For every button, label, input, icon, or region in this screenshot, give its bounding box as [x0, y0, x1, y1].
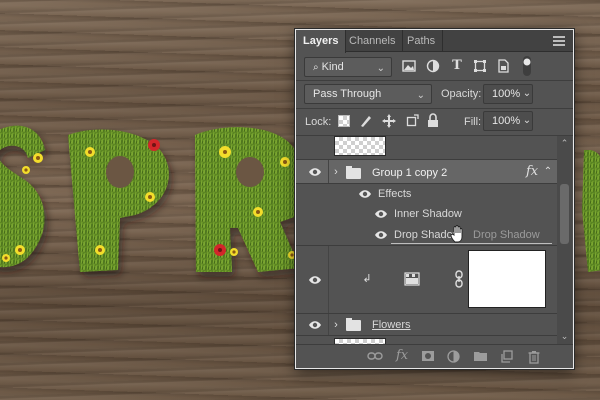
layers-scrollbar[interactable]: ⌃ ⌄: [557, 136, 572, 344]
divider: [296, 108, 573, 109]
lock-image-pixels-icon[interactable]: [359, 114, 373, 128]
chevron-down-icon[interactable]: ⌄: [521, 86, 533, 102]
pixel-layer-filter-icon[interactable]: [402, 59, 416, 73]
visibility-eye-icon[interactable]: [358, 189, 372, 199]
blend-mode-select[interactable]: Pass Through ⌄: [304, 84, 432, 104]
lock-all-icon[interactable]: [427, 113, 439, 128]
new-adjustment-layer-icon[interactable]: [447, 350, 460, 363]
chevron-up-icon[interactable]: ⌃: [543, 164, 553, 180]
layer-row-group-1-copy-2[interactable]: › Group 1 copy 2 fx ⌃: [296, 160, 558, 184]
fill-label: Fill:: [464, 116, 482, 128]
add-mask-icon[interactable]: [421, 350, 435, 362]
visibility-eye-icon[interactable]: [308, 275, 322, 285]
panel-tab-bar: Layers Channels Paths: [296, 30, 573, 53]
fx-icon[interactable]: fx: [526, 164, 538, 179]
chevron-right-icon[interactable]: ›: [332, 317, 340, 333]
drag-ghost-label: Drop Shadow: [473, 229, 540, 241]
group-layer-name[interactable]: Group 1 copy 2: [372, 167, 447, 179]
clipped-layer-row[interactable]: ↲: [296, 246, 558, 314]
inner-shadow-row[interactable]: Inner Shadow: [296, 204, 558, 224]
opacity-label: Opacity:: [441, 88, 482, 100]
chevron-down-icon[interactable]: ⌄: [521, 113, 533, 129]
scroll-down-icon[interactable]: ⌄: [557, 331, 572, 342]
drop-shadow-row[interactable]: Drop Shadow Drop Shadow: [296, 224, 558, 246]
layer-row-partial[interactable]: [296, 336, 558, 344]
grass-letter-right: [582, 150, 600, 272]
new-group-icon[interactable]: [473, 350, 488, 362]
layers-panel: Layers Channels Paths ⌕ Kind ⌄ T Pass Th…: [295, 29, 574, 369]
tab-channels[interactable]: Channels: [342, 30, 404, 52]
grass-letters-artwork: [0, 125, 300, 272]
link-chain-icon[interactable]: [454, 270, 464, 288]
lock-position-icon[interactable]: [382, 114, 396, 128]
effects-label: Effects: [378, 188, 412, 200]
panel-footer: fx: [296, 344, 573, 368]
panel-menu-icon[interactable]: [553, 36, 565, 46]
divider: [328, 160, 329, 183]
lock-transparent-pixels-icon[interactable]: [338, 115, 350, 127]
layers-list: › Group 1 copy 2 fx ⌃ Effects Inner Shad…: [296, 136, 558, 344]
search-icon: ⌕: [313, 62, 319, 73]
adjustment-layer-filter-icon[interactable]: [426, 59, 440, 73]
gradient-map-icon: [404, 272, 420, 286]
chevron-down-icon: ⌄: [416, 90, 425, 101]
new-layer-icon[interactable]: [500, 350, 513, 363]
divider: [328, 246, 329, 313]
scroll-up-icon[interactable]: ⌃: [557, 138, 572, 149]
trash-icon[interactable]: [528, 350, 540, 364]
layer-mask-thumbnail[interactable]: [468, 250, 546, 308]
effects-row[interactable]: Effects: [296, 184, 558, 204]
folder-icon: [346, 318, 361, 331]
tab-layers[interactable]: Layers: [296, 30, 347, 53]
inner-shadow-label: Inner Shadow: [394, 208, 462, 220]
divider: [296, 80, 573, 81]
opacity-value: 100%: [492, 88, 521, 100]
tab-paths[interactable]: Paths: [400, 30, 444, 52]
scroll-thumb[interactable]: [560, 184, 569, 244]
layer-thumbnail: [334, 136, 386, 156]
visibility-eye-icon[interactable]: [374, 209, 388, 219]
layer-row-partial[interactable]: [296, 136, 558, 160]
filter-toggle-icon[interactable]: [520, 55, 534, 77]
chevron-right-icon[interactable]: ›: [332, 164, 340, 180]
link-layers-icon[interactable]: [367, 350, 383, 362]
chevron-down-icon: ⌄: [376, 63, 385, 74]
fill-value: 100%: [492, 115, 521, 127]
blend-mode-value: Pass Through: [313, 88, 382, 100]
lock-label: Lock:: [305, 116, 332, 128]
lock-artboard-icon[interactable]: [405, 114, 419, 128]
folder-icon: [346, 166, 361, 179]
hand-cursor-icon: [450, 225, 463, 243]
smart-object-filter-icon[interactable]: [496, 59, 510, 73]
visibility-eye-icon[interactable]: [308, 320, 322, 330]
flowers-layer-name[interactable]: Flowers: [372, 319, 411, 331]
filter-kind-select[interactable]: ⌕ Kind ⌄: [304, 57, 392, 77]
clipping-arrow-icon: ↲: [362, 273, 372, 285]
layer-row-flowers[interactable]: › Flowers: [296, 314, 558, 336]
divider: [328, 314, 329, 335]
visibility-eye-icon[interactable]: [374, 230, 388, 240]
type-layer-filter-icon[interactable]: T: [450, 58, 464, 74]
shape-layer-filter-icon[interactable]: [473, 59, 487, 73]
add-layer-style-icon[interactable]: fx: [396, 348, 408, 363]
filter-kind-value: Kind: [321, 61, 344, 73]
visibility-eye-icon[interactable]: [308, 167, 322, 177]
drop-target-line: [391, 243, 552, 244]
